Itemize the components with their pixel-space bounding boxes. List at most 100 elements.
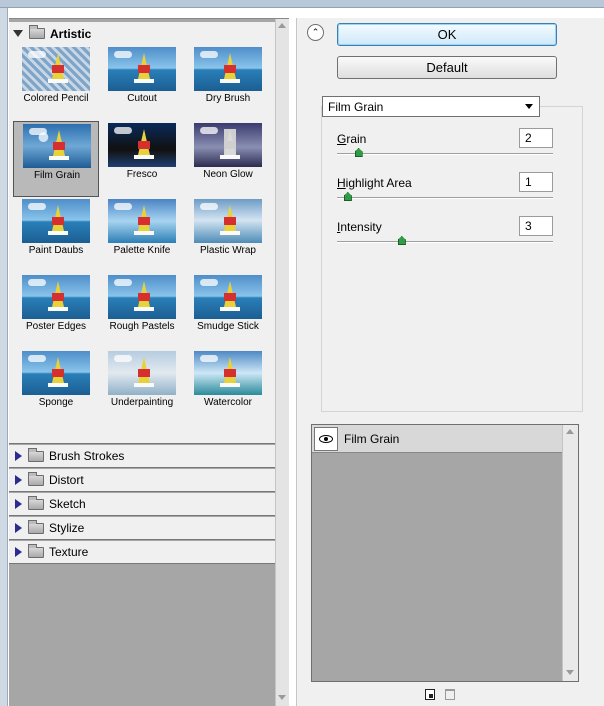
filter-preview-image <box>108 47 176 91</box>
parameter-value-input[interactable] <box>519 128 553 148</box>
slider-thumb-icon[interactable] <box>354 148 363 157</box>
boat-hull-shape <box>48 79 68 83</box>
dropdown-arrow-icon <box>525 104 533 109</box>
slider-thumb-icon[interactable] <box>343 192 352 201</box>
filter-thumbnail-label: Palette Knife <box>113 245 171 256</box>
cloud-shape <box>114 279 132 286</box>
sail-stripe-shape <box>224 65 236 73</box>
filter-thumbnail[interactable]: Underpainting <box>99 349 185 425</box>
sail-stripe-shape <box>224 141 236 149</box>
filter-thumbnail[interactable]: Neon Glow <box>185 121 271 197</box>
folder-icon <box>29 25 45 39</box>
category-header[interactable]: Stylize <box>9 517 275 540</box>
filter-parameter: Grain <box>337 128 557 168</box>
filter-thumbnail[interactable]: Cutout <box>99 45 185 121</box>
expand-triangle-icon[interactable] <box>13 30 23 37</box>
double-chevron-up-icon: ⌃ <box>311 27 320 37</box>
filter-thumbnail[interactable]: Fresco <box>99 121 185 197</box>
sail-stripe-shape <box>138 65 150 73</box>
scroll-down-icon[interactable] <box>566 670 574 675</box>
boat-hull-shape <box>220 307 240 311</box>
filter-thumbnail-label: Poster Edges <box>25 321 87 332</box>
filter-thumbnail[interactable]: Plastic Wrap <box>185 197 271 273</box>
default-button[interactable]: Default <box>337 56 557 79</box>
sail-stripe-shape <box>138 369 150 377</box>
effect-layer-label: Film Grain <box>344 431 400 446</box>
eye-icon <box>319 434 333 443</box>
filter-thumbnail[interactable]: Sponge <box>13 349 99 425</box>
expand-triangle-icon[interactable] <box>15 547 22 557</box>
boat-hull-shape <box>134 383 154 387</box>
filter-thumbnail[interactable]: Smudge Stick <box>185 273 271 349</box>
expand-triangle-icon[interactable] <box>15 499 22 509</box>
category-label: Artistic <box>50 26 92 41</box>
filter-thumbnail-label: Sponge <box>38 397 74 408</box>
filter-thumbnail[interactable]: Film Grain <box>13 121 99 197</box>
layers-scrollbar[interactable] <box>562 425 578 681</box>
parameter-slider-track[interactable] <box>337 241 553 243</box>
category-header-artistic[interactable]: Artistic <box>9 22 275 45</box>
collapse-gallery-button[interactable]: ⌃ <box>307 24 324 41</box>
gallery-scrollbar[interactable] <box>275 19 289 706</box>
boat-hull-shape <box>220 383 240 387</box>
category-header[interactable]: Brush Strokes <box>9 445 275 468</box>
effect-layer-row[interactable]: Film Grain <box>312 425 562 453</box>
expand-triangle-icon[interactable] <box>15 475 22 485</box>
filter-preview-image <box>108 123 176 167</box>
filter-thumbnail-label: Neon Glow <box>203 169 253 180</box>
folder-icon <box>28 471 44 486</box>
filter-thumbnail[interactable]: Poster Edges <box>13 273 99 349</box>
filter-thumbnail-label: Cutout <box>127 93 157 104</box>
expand-triangle-icon[interactable] <box>15 451 22 461</box>
layer-actions <box>425 689 455 700</box>
window-title-bar <box>0 0 604 8</box>
category-header[interactable]: Distort <box>9 469 275 492</box>
boat-hull-shape <box>134 155 154 159</box>
ok-button[interactable]: OK <box>337 23 557 46</box>
category-header[interactable]: Texture <box>9 541 275 564</box>
category-header[interactable]: Sketch <box>9 493 275 516</box>
sail-stripe-shape <box>224 293 236 301</box>
parameter-slider-track[interactable] <box>337 153 553 155</box>
artistic-filter-thumbnails: Colored Pencil Cutout Dry Brush Film Grain F… <box>9 45 275 444</box>
delete-effect-layer-icon[interactable] <box>445 689 455 700</box>
cloud-shape <box>114 203 132 210</box>
slider-thumb-icon[interactable] <box>397 236 406 245</box>
category-label: Texture <box>49 545 89 559</box>
filter-thumbnail-label: Watercolor <box>204 397 252 408</box>
scroll-down-icon[interactable] <box>278 695 286 700</box>
filter-preview-image <box>108 199 176 243</box>
cloud-shape <box>114 127 132 134</box>
filter-thumbnail-label: Smudge Stick <box>197 321 259 332</box>
parameter-slider-track[interactable] <box>337 197 553 199</box>
scroll-up-icon[interactable] <box>566 429 574 434</box>
filter-thumbnail-label: Plastic Wrap <box>200 245 256 256</box>
cloud-shape <box>200 51 218 58</box>
filter-thumbnail[interactable]: Rough Pastels <box>99 273 185 349</box>
sail-stripe-shape <box>138 141 150 149</box>
filter-preview-image <box>108 275 176 319</box>
visibility-toggle[interactable] <box>314 426 338 451</box>
filter-thumbnail[interactable]: Palette Knife <box>99 197 185 273</box>
filter-select-dropdown[interactable]: Film Grain <box>322 96 540 117</box>
expand-triangle-icon[interactable] <box>15 523 22 533</box>
parameter-value-input[interactable] <box>519 172 553 192</box>
scroll-up-icon[interactable] <box>278 23 286 28</box>
filter-thumbnail-label: Film Grain <box>33 170 81 181</box>
folder-icon <box>28 519 44 534</box>
filter-preview-image <box>23 124 91 168</box>
filter-thumbnail[interactable]: Dry Brush <box>185 45 271 121</box>
filter-thumbnail[interactable]: Watercolor <box>185 349 271 425</box>
filter-thumbnail[interactable]: Paint Daubs <box>13 197 99 273</box>
parameter-value-input[interactable] <box>519 216 553 236</box>
folder-icon <box>28 447 44 462</box>
filter-select-value: Film Grain <box>328 99 384 114</box>
boat-hull-shape <box>48 383 68 387</box>
sail-stripe-shape <box>52 369 64 377</box>
filter-thumbnail-label: Fresco <box>126 169 158 180</box>
filter-thumbnail[interactable]: Colored Pencil <box>13 45 99 121</box>
new-effect-layer-icon[interactable] <box>425 689 435 700</box>
cloud-shape <box>28 355 46 362</box>
cloud-shape <box>114 51 132 58</box>
folder-icon <box>28 495 44 510</box>
